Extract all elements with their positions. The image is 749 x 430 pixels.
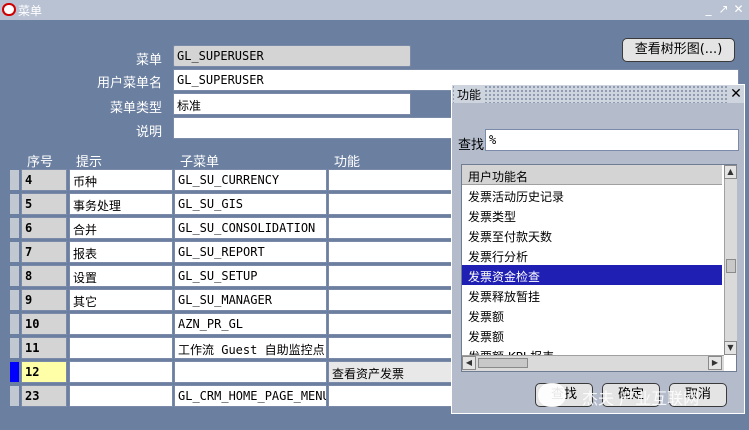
scroll-up-icon[interactable]: ▲ bbox=[724, 165, 737, 179]
seq-cell[interactable]: 23 bbox=[21, 385, 67, 407]
record-indicator[interactable] bbox=[10, 314, 19, 334]
prompt-cell[interactable]: 合并 bbox=[69, 217, 173, 239]
dialog-title-bar: 功能 ✕ bbox=[452, 85, 744, 103]
dialog-title: 功能 bbox=[454, 86, 485, 103]
function-cell[interactable] bbox=[328, 385, 452, 407]
prompt-cell[interactable]: 币种 bbox=[69, 169, 173, 191]
record-indicator[interactable] bbox=[10, 194, 19, 214]
record-indicator[interactable] bbox=[10, 290, 19, 310]
close-icon[interactable]: ✕ bbox=[732, 2, 745, 16]
hscroll-thumb[interactable] bbox=[478, 358, 528, 368]
list-item[interactable]: 发票类型 bbox=[462, 205, 722, 225]
list-item[interactable]: 发票行分析 bbox=[462, 245, 722, 265]
prompt-cell[interactable]: 事务处理 bbox=[69, 193, 173, 215]
submenu-cell[interactable]: GL_SU_MANAGER bbox=[174, 289, 327, 311]
vertical-scrollbar[interactable]: ▲ ▼ bbox=[724, 165, 737, 355]
user-menu-name-label: 用户菜单名 bbox=[96, 76, 162, 91]
col-header-seq: 序号 bbox=[27, 155, 54, 170]
record-indicator[interactable] bbox=[10, 362, 19, 382]
prompt-cell[interactable]: 设置 bbox=[69, 265, 173, 287]
menu-type-label: 菜单类型 bbox=[109, 101, 162, 116]
list-item[interactable]: 发票至付款天数 bbox=[462, 225, 722, 245]
col-header-prompt: 提示 bbox=[76, 155, 103, 170]
prompt-cell[interactable]: 报表 bbox=[69, 241, 173, 263]
function-cell[interactable] bbox=[328, 217, 452, 239]
seq-cell[interactable]: 12 bbox=[21, 361, 67, 383]
function-cell[interactable] bbox=[328, 169, 452, 191]
function-cell[interactable] bbox=[328, 265, 452, 287]
submenu-cell[interactable]: 工作流 Guest 自助监控点 bbox=[174, 337, 327, 359]
description-label: 说明 bbox=[135, 125, 162, 140]
function-cell[interactable] bbox=[328, 193, 452, 215]
scroll-down-icon[interactable]: ▼ bbox=[724, 341, 737, 355]
list-item[interactable]: 发票资金检查 bbox=[462, 265, 722, 285]
submenu-cell[interactable]: GL_CRM_HOME_PAGE_MENU bbox=[174, 385, 327, 407]
seq-cell[interactable]: 6 bbox=[21, 217, 67, 239]
record-indicator[interactable] bbox=[10, 242, 19, 262]
seq-cell[interactable]: 5 bbox=[21, 193, 67, 215]
function-cell[interactable] bbox=[328, 337, 452, 359]
prompt-cell[interactable] bbox=[69, 337, 173, 359]
seq-cell[interactable]: 7 bbox=[21, 241, 67, 263]
seq-cell[interactable]: 11 bbox=[21, 337, 67, 359]
submenu-cell[interactable] bbox=[174, 361, 327, 383]
horizontal-scrollbar[interactable]: ◀ ▶ bbox=[462, 355, 724, 371]
prompt-cell[interactable]: 其它 bbox=[69, 289, 173, 311]
record-indicator[interactable] bbox=[10, 386, 19, 406]
seq-cell[interactable]: 9 bbox=[21, 289, 67, 311]
view-tree-button[interactable]: 查看树形图(...) bbox=[622, 38, 735, 62]
function-cell[interactable] bbox=[328, 241, 452, 263]
submenu-cell[interactable]: GL_SU_GIS bbox=[174, 193, 327, 215]
minimize-icon[interactable]: _ bbox=[702, 2, 715, 16]
function-lov-dialog: 功能 ✕ 查找 % 用户功能名 发票活动历史记录 发票类型 发票至付款天数 发票行分析… bbox=[451, 84, 745, 414]
function-list: 用户功能名 发票活动历史记录 发票类型 发票至付款天数 发票行分析 发票资金检查 发票释放… bbox=[461, 164, 737, 372]
function-cell[interactable] bbox=[328, 289, 452, 311]
menu-label: 菜单 bbox=[135, 53, 162, 68]
wechat-logo-icon bbox=[538, 383, 566, 407]
scroll-thumb[interactable] bbox=[726, 259, 736, 273]
find-label: 查找 bbox=[458, 138, 485, 153]
record-indicator[interactable] bbox=[10, 266, 19, 286]
menu-type-field[interactable]: 标准 bbox=[173, 93, 411, 115]
submenu-cell[interactable]: GL_SU_REPORT bbox=[174, 241, 327, 263]
seq-cell[interactable]: 8 bbox=[21, 265, 67, 287]
list-item[interactable]: 发票释放暂挂 bbox=[462, 285, 722, 305]
list-item[interactable]: 发票额 bbox=[462, 325, 722, 345]
record-indicator[interactable] bbox=[10, 218, 19, 238]
function-cell[interactable]: 查看资产发票 bbox=[328, 361, 452, 383]
menu-field[interactable]: GL_SUPERUSER bbox=[173, 45, 411, 67]
submenu-cell[interactable]: AZN_PR_GL bbox=[174, 313, 327, 335]
list-item[interactable]: 发票活动历史记录 bbox=[462, 185, 722, 205]
watermark-text: 杰夫 产业互联网 bbox=[582, 389, 700, 408]
find-input[interactable]: % bbox=[485, 129, 739, 151]
submenu-cell[interactable]: GL_SU_CURRENCY bbox=[174, 169, 327, 191]
oracle-logo-icon bbox=[2, 3, 16, 16]
submenu-cell[interactable]: GL_SU_SETUP bbox=[174, 265, 327, 287]
dialog-close-icon[interactable]: ✕ bbox=[728, 85, 744, 103]
prompt-cell[interactable] bbox=[69, 361, 173, 383]
restore-icon[interactable]: ↗ bbox=[717, 2, 730, 16]
function-cell[interactable] bbox=[328, 313, 452, 335]
seq-cell[interactable]: 4 bbox=[21, 169, 67, 191]
title-bar: 菜单 _ ↗ ✕ bbox=[0, 0, 749, 20]
record-indicator[interactable] bbox=[10, 170, 19, 190]
window-title: 菜单 bbox=[18, 4, 43, 18]
scroll-left-icon[interactable]: ◀ bbox=[462, 356, 476, 370]
record-indicator[interactable] bbox=[10, 338, 19, 358]
list-header: 用户功能名 bbox=[462, 165, 722, 185]
col-header-submenu: 子菜单 bbox=[180, 155, 220, 170]
prompt-cell[interactable] bbox=[69, 385, 173, 407]
scroll-right-icon[interactable]: ▶ bbox=[708, 356, 722, 370]
list-item[interactable]: 发票额 bbox=[462, 305, 722, 325]
submenu-cell[interactable]: GL_SU_CONSOLIDATION bbox=[174, 217, 327, 239]
col-header-function: 功能 bbox=[334, 155, 361, 170]
prompt-cell[interactable] bbox=[69, 313, 173, 335]
seq-cell[interactable]: 10 bbox=[21, 313, 67, 335]
